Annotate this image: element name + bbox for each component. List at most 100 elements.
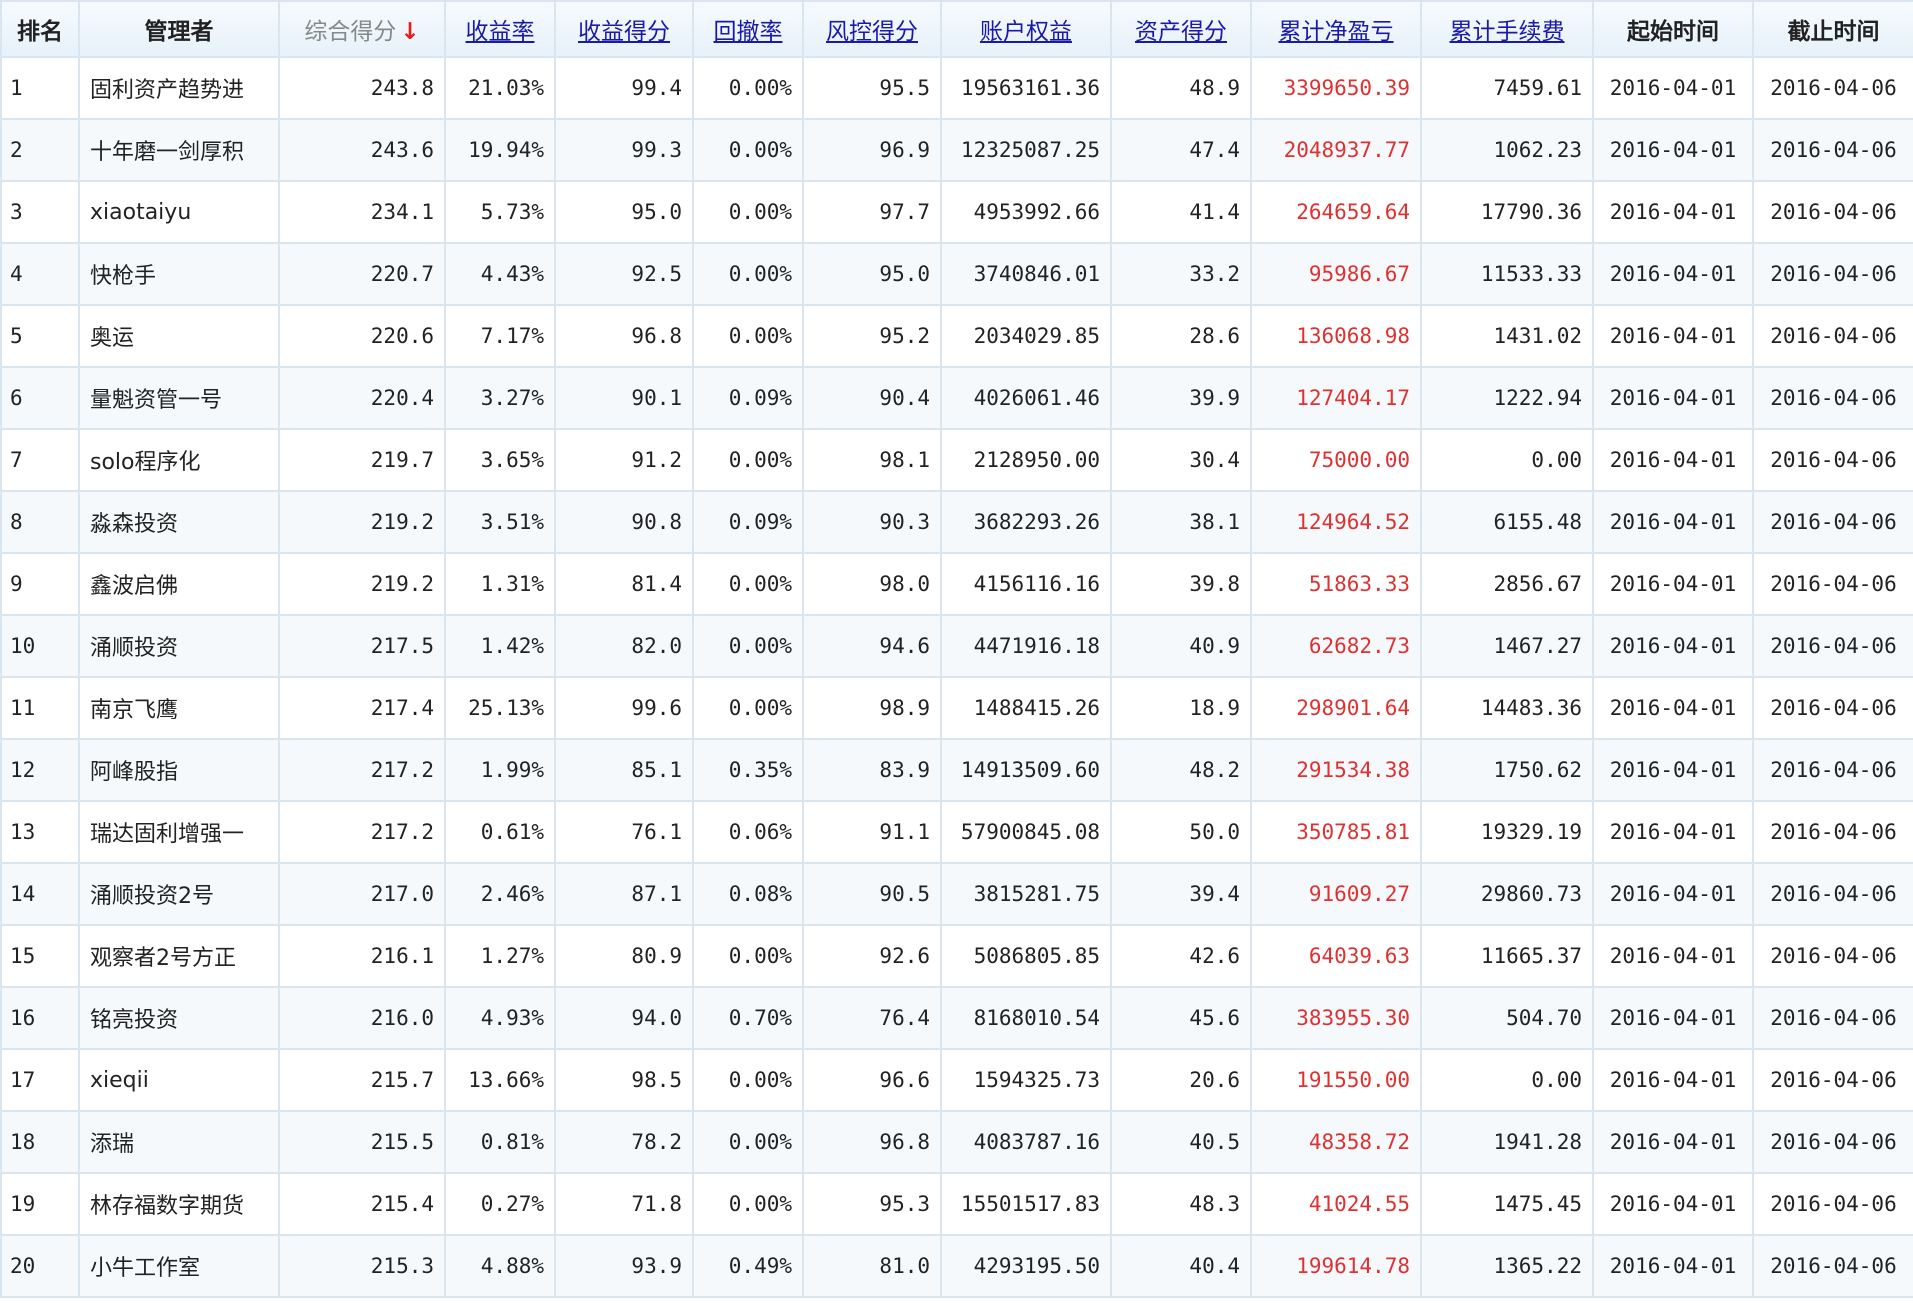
cell-total-score: 220.6 [278,304,446,368]
cell-equity: 19563161.36 [940,56,1112,120]
cell-equity: 4953992.66 [940,180,1112,244]
cell-rank: 2 [0,118,80,182]
cell-total-score: 216.0 [278,986,446,1050]
cell-cum-fee: 1475.45 [1420,1172,1594,1236]
cell-return-score: 94.0 [554,986,694,1050]
cell-total-score: 215.7 [278,1048,446,1112]
cell-return-score: 91.2 [554,428,694,492]
table-row: 6 量魁资管一号 220.4 3.27% 90.1 0.09% 90.4 4026061.46… [0,366,1913,430]
cell-asset-score: 18.9 [1110,676,1252,740]
cell-risk-score: 90.4 [802,366,942,430]
cell-drawdown: 0.00% [692,180,804,244]
cell-drawdown: 0.00% [692,242,804,306]
cell-return-score: 78.2 [554,1110,694,1174]
header-return-rate[interactable]: 收益率 [444,0,556,58]
cell-drawdown: 0.00% [692,56,804,120]
cell-return-score: 82.0 [554,614,694,678]
cell-return-rate: 0.61% [444,800,556,864]
table-row: 20 小牛工作室 215.3 4.88% 93.9 0.49% 81.0 4293195.50… [0,1234,1913,1298]
cell-end-time: 2016-04-06 [1752,1048,1913,1112]
cell-drawdown: 0.00% [692,118,804,182]
sort-desc-arrow-icon: ↓ [400,19,420,45]
cell-rank: 4 [0,242,80,306]
cell-end-time: 2016-04-06 [1752,180,1913,244]
cell-equity: 1594325.73 [940,1048,1112,1112]
cell-return-rate: 3.65% [444,428,556,492]
header-equity[interactable]: 账户权益 [940,0,1112,58]
cell-risk-score: 94.6 [802,614,942,678]
cell-drawdown: 0.00% [692,1172,804,1236]
cell-return-rate: 1.99% [444,738,556,802]
cell-manager: 瑞达固利增强一 [78,800,280,864]
cell-equity: 12325087.25 [940,118,1112,182]
cell-cum-pnl: 95986.67 [1250,242,1422,306]
cell-cum-fee: 1365.22 [1420,1234,1594,1298]
cell-return-score: 99.3 [554,118,694,182]
cell-return-score: 95.0 [554,180,694,244]
cell-equity: 14913509.60 [940,738,1112,802]
cell-asset-score: 38.1 [1110,490,1252,554]
cell-cum-pnl: 41024.55 [1250,1172,1422,1236]
table-row: 10 涌顺投资 217.5 1.42% 82.0 0.00% 94.6 4471916.18 4… [0,614,1913,678]
header-risk-score[interactable]: 风控得分 [802,0,942,58]
cell-return-rate: 3.27% [444,366,556,430]
cell-cum-pnl: 64039.63 [1250,924,1422,988]
cell-end-time: 2016-04-06 [1752,242,1913,306]
cell-total-score: 215.5 [278,1110,446,1174]
cell-return-score: 92.5 [554,242,694,306]
cell-start-time: 2016-04-01 [1592,490,1754,554]
cell-manager: 阿峰股指 [78,738,280,802]
cell-cum-pnl: 127404.17 [1250,366,1422,430]
cell-return-rate: 3.51% [444,490,556,554]
cell-risk-score: 83.9 [802,738,942,802]
cell-drawdown: 0.49% [692,1234,804,1298]
cell-cum-fee: 1750.62 [1420,738,1594,802]
cell-rank: 11 [0,676,80,740]
cell-start-time: 2016-04-01 [1592,304,1754,368]
header-asset-score[interactable]: 资产得分 [1110,0,1252,58]
cell-equity: 4083787.16 [940,1110,1112,1174]
cell-manager: 十年磨一剑厚积 [78,118,280,182]
cell-start-time: 2016-04-01 [1592,800,1754,864]
cell-rank: 1 [0,56,80,120]
cell-risk-score: 95.2 [802,304,942,368]
cell-manager: 小牛工作室 [78,1234,280,1298]
cell-cum-pnl: 3399650.39 [1250,56,1422,120]
cell-return-score: 99.4 [554,56,694,120]
cell-manager: 铭亮投资 [78,986,280,1050]
header-return-score[interactable]: 收益得分 [554,0,694,58]
cell-return-rate: 1.27% [444,924,556,988]
header-cum-pnl[interactable]: 累计净盈亏 [1250,0,1422,58]
cell-asset-score: 39.8 [1110,552,1252,616]
cell-equity: 8168010.54 [940,986,1112,1050]
cell-end-time: 2016-04-06 [1752,490,1913,554]
cell-cum-pnl: 291534.38 [1250,738,1422,802]
cell-asset-score: 40.9 [1110,614,1252,678]
cell-manager: 南京飞鹰 [78,676,280,740]
cell-asset-score: 40.4 [1110,1234,1252,1298]
cell-risk-score: 81.0 [802,1234,942,1298]
table-row: 14 涌顺投资2号 217.0 2.46% 87.1 0.08% 90.5 3815281.7… [0,862,1913,926]
cell-start-time: 2016-04-01 [1592,738,1754,802]
header-drawdown[interactable]: 回撤率 [692,0,804,58]
header-total-score[interactable]: 综合得分 ↓ [278,0,446,58]
cell-risk-score: 76.4 [802,986,942,1050]
cell-manager: solo程序化 [78,428,280,492]
cell-cum-fee: 19329.19 [1420,800,1594,864]
header-cum-fee[interactable]: 累计手续费 [1420,0,1594,58]
cell-asset-score: 28.6 [1110,304,1252,368]
table-row: 19 林存福数字期货 215.4 0.27% 71.8 0.00% 95.3 15501517… [0,1172,1913,1236]
cell-equity: 4471916.18 [940,614,1112,678]
cell-manager: 林存福数字期货 [78,1172,280,1236]
table-row: 5 奥运 220.6 7.17% 96.8 0.00% 95.2 2034029.85 28.6… [0,304,1913,368]
cell-risk-score: 98.0 [802,552,942,616]
cell-total-score: 217.2 [278,800,446,864]
table-row: 11 南京飞鹰 217.4 25.13% 99.6 0.00% 98.9 1488415.26… [0,676,1913,740]
cell-start-time: 2016-04-01 [1592,1234,1754,1298]
cell-cum-pnl: 191550.00 [1250,1048,1422,1112]
cell-risk-score: 96.6 [802,1048,942,1112]
table-row: 3 xiaotaiyu 234.1 5.73% 95.0 0.00% 97.7 4953992… [0,180,1913,244]
cell-end-time: 2016-04-06 [1752,552,1913,616]
cell-asset-score: 39.4 [1110,862,1252,926]
cell-start-time: 2016-04-01 [1592,986,1754,1050]
